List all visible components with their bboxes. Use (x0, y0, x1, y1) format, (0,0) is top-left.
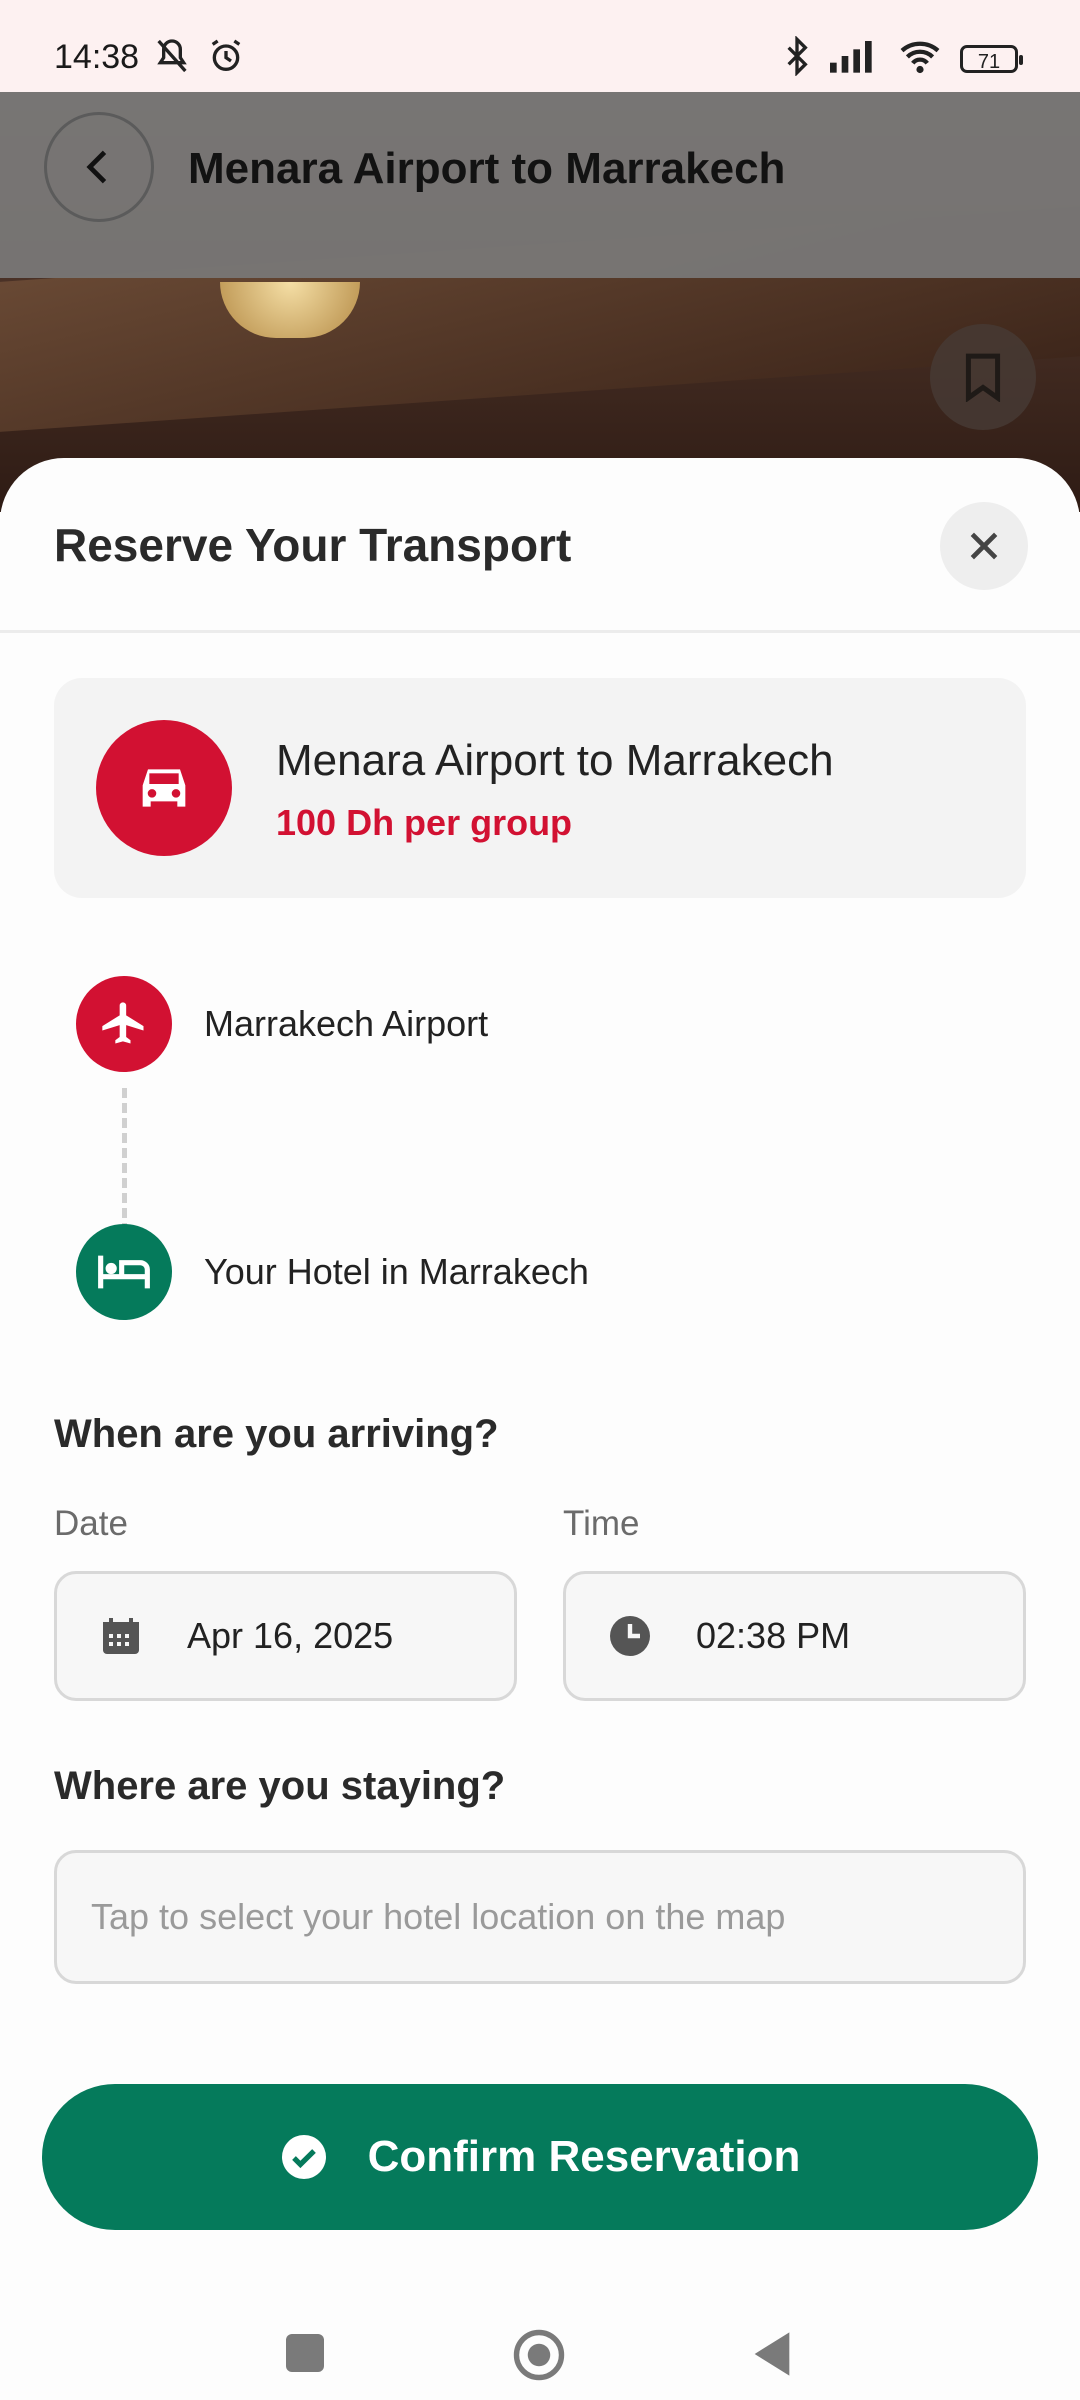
close-icon (970, 532, 998, 560)
clock-icon (602, 1608, 658, 1664)
time-value: 02:38 PM (696, 1615, 851, 1656)
date-field[interactable]: Apr 16, 2025 (54, 1571, 517, 1701)
date-value: Apr 16, 2025 (187, 1615, 394, 1656)
hotel-location-placeholder: Tap to select your hotel location on the… (91, 1896, 786, 1937)
status-time: 14:38 (54, 38, 140, 76)
arrow-left-icon (86, 150, 107, 184)
bookmark-icon (965, 353, 1001, 402)
close-button[interactable] (940, 502, 1028, 590)
hotel-location-input[interactable]: Tap to select your hotel location on the… (54, 1850, 1026, 1984)
header-bar: Menara Airport to Marrakech (0, 92, 1080, 278)
back-button[interactable] (44, 112, 154, 222)
wifi-icon (898, 38, 942, 79)
alarm-icon (206, 36, 246, 81)
nav-back-button[interactable] (750, 2328, 794, 2380)
confirm-reservation-label: Confirm Reservation (367, 2132, 801, 2181)
divider (0, 630, 1080, 633)
calendar-icon (93, 1608, 149, 1664)
recents-button[interactable] (286, 2334, 324, 2372)
route-price: 100 Dh per group (276, 802, 573, 843)
confirm-reservation-button[interactable]: Confirm Reservation (42, 2084, 1038, 2230)
mute-icon (152, 36, 192, 81)
signal-icon (830, 39, 880, 78)
home-button[interactable] (512, 2328, 566, 2382)
check-circle-icon (281, 2135, 326, 2179)
bookmark-button[interactable] (930, 324, 1036, 430)
car-icon (142, 769, 186, 807)
date-label: Date (54, 1504, 128, 1543)
car-icon-badge (96, 720, 232, 856)
status-bar: 14:38 71 (0, 0, 1080, 92)
stop-pickup: Marrakech Airport (76, 976, 488, 1072)
bluetooth-icon (782, 35, 812, 81)
arrival-question: When are you arriving? (54, 1412, 499, 1456)
time-label: Time (563, 1504, 640, 1543)
airplane-icon (102, 1002, 144, 1044)
time-field[interactable]: 02:38 PM (563, 1571, 1026, 1701)
stop-pickup-label: Marrakech Airport (204, 1003, 489, 1044)
reservation-sheet: Reserve Your Transport Menara Airport to… (0, 458, 1080, 2268)
route-card: Menara Airport to Marrakech 100 Dh per g… (54, 678, 1026, 898)
bed-icon (98, 1255, 150, 1289)
hero-image: Menara Airport to Marrakech (0, 92, 1080, 512)
staying-question: Where are you staying? (54, 1764, 506, 1808)
sheet-title: Reserve Your Transport (54, 519, 572, 571)
route-name: Menara Airport to Marrakech (276, 736, 834, 785)
battery-icon: 71 (960, 44, 1023, 73)
page-title: Menara Airport to Marrakech (188, 144, 786, 193)
system-nav-bar (0, 2268, 1080, 2400)
stop-dropoff: Your Hotel in Marrakech (76, 1224, 589, 1320)
stop-dropoff-label: Your Hotel in Marrakech (204, 1251, 589, 1292)
